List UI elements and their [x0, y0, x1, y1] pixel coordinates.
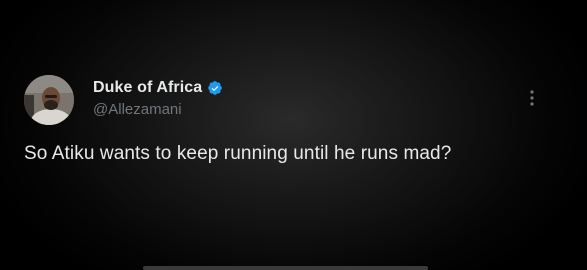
tweet-card[interactable]: Duke of Africa @Allezamani So Atiku want…: [0, 0, 587, 270]
author-handle[interactable]: @Allezamani: [93, 101, 182, 118]
screen: Duke of Africa @Allezamani So Atiku want…: [0, 0, 587, 270]
author-name-row: Duke of Africa: [93, 79, 223, 97]
bottom-edge-bar: [143, 266, 428, 270]
avatar-photo-icon: [24, 75, 74, 125]
tweet-text: So Atiku wants to keep running until he …: [24, 143, 452, 164]
author-avatar[interactable]: [24, 75, 74, 125]
more-options-icon[interactable]: [524, 88, 540, 108]
verified-badge-icon: [207, 80, 223, 96]
author-display-name[interactable]: Duke of Africa: [93, 79, 202, 97]
